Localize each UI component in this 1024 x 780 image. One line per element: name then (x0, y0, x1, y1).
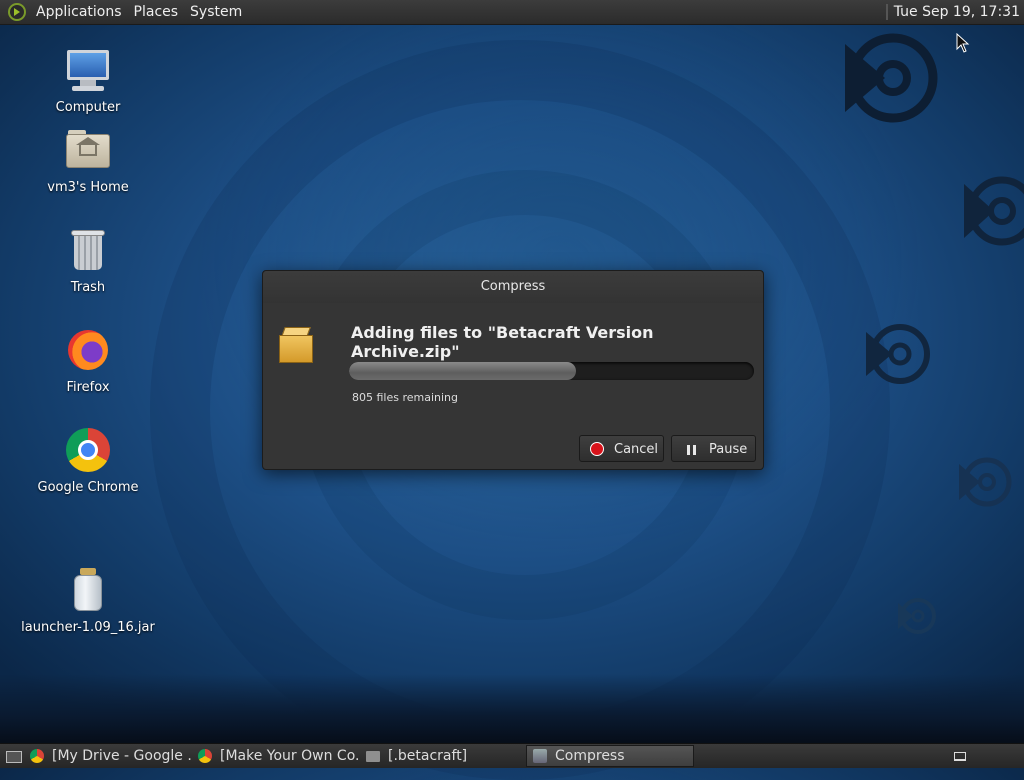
taskbar-item-my-drive[interactable]: [My Drive - Google ... (24, 745, 192, 767)
distro-logo-icon[interactable] (8, 3, 26, 21)
chrome-icon (64, 426, 112, 474)
desktop-icon-label: Trash (70, 280, 106, 295)
keyboard-indicator-icon[interactable] (954, 752, 966, 761)
desktop-icon-label: Firefox (66, 380, 110, 395)
taskbar: [My Drive - Google ... [Make Your Own Co… (0, 743, 1024, 768)
stop-icon (590, 442, 604, 456)
desktop-icon-launcher-jar[interactable]: launcher-1.09_16.jar (18, 566, 158, 635)
menu-places[interactable]: Places (128, 4, 185, 20)
desktop-icon-trash[interactable]: Trash (18, 226, 158, 295)
files-remaining: 805 files remaining (352, 391, 459, 404)
taskbar-item-label: [Make Your Own Co... (220, 748, 360, 764)
home-folder-icon (64, 126, 112, 174)
taskbar-item-compress[interactable]: Compress (526, 745, 694, 767)
desktop-icon-label: Computer (55, 100, 121, 115)
cancel-button[interactable]: Cancel (579, 435, 664, 462)
dialog-heading: Adding files to "Betacraft Version Archi… (351, 323, 654, 361)
chrome-icon (198, 749, 212, 763)
computer-icon (64, 46, 112, 94)
pause-icon (687, 445, 696, 455)
wallpaper-grass (0, 674, 1024, 744)
taskbar-item-label: [.betacraft] (388, 748, 468, 764)
taskbar-item-label: [My Drive - Google ... (52, 748, 192, 764)
menu-system[interactable]: System (184, 4, 248, 20)
show-desktop-button[interactable] (2, 746, 24, 766)
taskbar-item-make-your-own[interactable]: [Make Your Own Co... (192, 745, 360, 767)
taskbar-item-betacraft-folder[interactable]: [.betacraft] (360, 745, 526, 767)
wallpaper-logo-icon (959, 457, 1012, 507)
desktop-icon-chrome[interactable]: Google Chrome (18, 426, 158, 495)
cancel-button-label: Cancel (614, 442, 659, 457)
wallpaper-logo-icon (898, 598, 936, 634)
jar-file-icon (64, 566, 112, 614)
dialog-title[interactable]: Compress (263, 271, 763, 303)
wallpaper-logo-icon (845, 33, 938, 123)
trash-icon (64, 226, 112, 274)
desktop-icon-label: vm3's Home (47, 180, 129, 195)
progress-bar (349, 362, 754, 380)
compress-dialog: Compress Adding files to "Betacraft Vers… (262, 270, 764, 470)
folder-icon (366, 750, 380, 762)
mouse-cursor-icon (956, 33, 970, 53)
package-icon (279, 327, 313, 363)
system-tray (950, 745, 1024, 767)
desktop-icon-label: launcher-1.09_16.jar (21, 620, 155, 635)
panel-separator (885, 4, 888, 20)
clock[interactable]: Tue Sep 19, 17:31 (894, 4, 1024, 20)
chrome-icon (30, 749, 44, 763)
desktop-icon-computer[interactable]: Computer (18, 46, 158, 115)
progress-fill (349, 362, 576, 380)
wallpaper-logo-icon (964, 176, 1024, 246)
desktop-icon-home[interactable]: vm3's Home (18, 126, 158, 195)
firefox-icon (64, 326, 112, 374)
wallpaper-logo-icon (866, 324, 930, 384)
compress-icon (533, 749, 547, 763)
taskbar-item-label: Compress (555, 748, 625, 764)
desktop-icon-firefox[interactable]: Firefox (18, 326, 158, 395)
pause-button-label: Pause (709, 442, 748, 457)
desktop-icon-label: Google Chrome (37, 480, 139, 495)
pause-button[interactable]: Pause (671, 435, 756, 462)
top-panel: Applications Places System Tue Sep 19, 1… (0, 0, 1024, 25)
menu-applications[interactable]: Applications (30, 4, 128, 20)
